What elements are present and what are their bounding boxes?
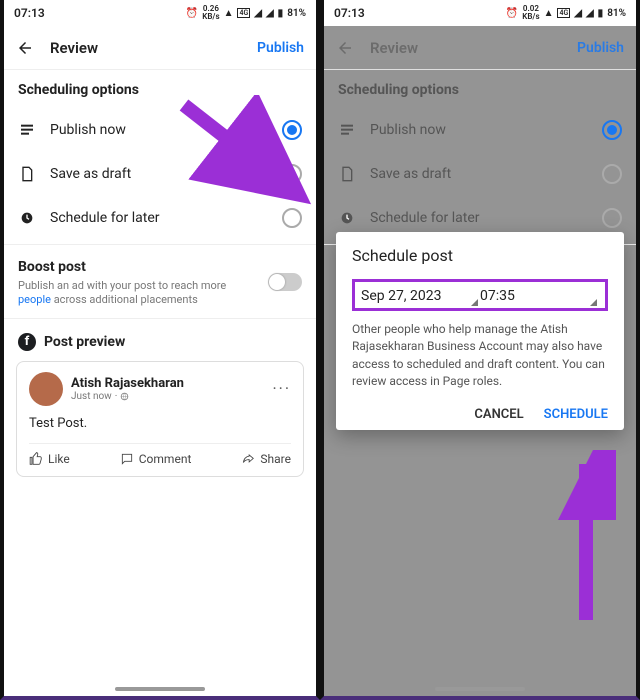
option-label: Schedule for later [50, 210, 268, 226]
option-label: Publish now [50, 122, 268, 138]
post-preview-card: Atish Rajasekharan Just now · ··· Test P… [16, 361, 304, 477]
radio-unselected[interactable] [282, 208, 302, 228]
option-save-draft: Save as draft [324, 152, 636, 196]
scheduling-section-title: Scheduling options [324, 70, 636, 108]
radio-selected[interactable] [282, 120, 302, 140]
post-body: Test Post. [29, 406, 291, 443]
schedule-post-dialog: Schedule post Sep 27, 2023 07:35 Other p… [336, 232, 624, 430]
app-header: Review Publish [4, 26, 316, 70]
draft-icon [338, 166, 356, 182]
back-button [336, 39, 356, 57]
boost-toggle[interactable] [268, 273, 302, 291]
clock-icon [338, 210, 356, 226]
signal-icon: ◢ [574, 8, 582, 19]
signal-icon-2: ◢ [586, 8, 594, 19]
alarm-icon: ⏰ [186, 8, 198, 19]
comment-icon [120, 452, 134, 466]
divider [4, 318, 316, 319]
page-title: Review [50, 39, 257, 57]
signal-icon-2: ◢ [266, 8, 274, 19]
facebook-icon: f [18, 333, 36, 351]
network-speed: 0.26 KB/s [202, 5, 219, 21]
home-indicator [115, 687, 205, 691]
home-indicator [435, 687, 525, 691]
boost-desc: Publish an ad with your post to reach mo… [18, 279, 260, 308]
option-publish-now: Publish now [324, 108, 636, 152]
clock-text: 07:13 [14, 6, 45, 20]
clock-text: 07:13 [334, 6, 365, 20]
boost-title: Boost post [18, 259, 260, 275]
time-picker[interactable]: 07:35 [480, 286, 599, 306]
signal-icon: ◢ [254, 8, 262, 19]
status-icons: ⏰ 0.26 KB/s ▲ 4G ◢ ◢ ▮ 81% [186, 5, 306, 21]
scheduling-section-title: Scheduling options [4, 70, 316, 108]
feed-icon [338, 122, 356, 138]
option-schedule-later[interactable]: Schedule for later [4, 196, 316, 240]
schedule-button[interactable]: SCHEDULE [544, 407, 608, 422]
share-icon [241, 452, 255, 466]
people-link[interactable]: people [18, 293, 51, 306]
app-header: Review Publish [324, 26, 636, 70]
volte-icon: 4G [557, 8, 570, 18]
back-button[interactable] [16, 39, 36, 57]
like-button[interactable]: Like [29, 452, 70, 466]
cancel-button[interactable]: CANCEL [474, 407, 523, 422]
battery-text: 81% [287, 8, 306, 19]
comment-button[interactable]: Comment [120, 452, 192, 466]
wifi-icon: ▲ [224, 8, 234, 19]
back-arrow-icon [16, 39, 34, 57]
volte-icon: 4G [237, 8, 250, 18]
datetime-row: Sep 27, 2023 07:35 [352, 279, 608, 311]
post-preview-header: f Post preview [4, 323, 316, 359]
radio-unselected [602, 164, 622, 184]
alarm-icon: ⏰ [506, 8, 518, 19]
battery-icon: ▮ [598, 8, 604, 19]
network-speed: 0.02 KB/s [522, 5, 539, 21]
dialog-title: Schedule post [352, 246, 608, 265]
back-arrow-icon [336, 39, 354, 57]
post-actions: Like Comment Share [29, 443, 291, 466]
date-picker[interactable]: Sep 27, 2023 [361, 286, 480, 306]
draft-icon [18, 166, 36, 182]
dialog-message: Other people who help manage the Atish R… [352, 321, 608, 391]
avatar [29, 372, 63, 406]
post-author: Atish Rajasekharan [71, 376, 272, 391]
post-timestamp: Just now · [71, 391, 272, 402]
divider [4, 244, 316, 245]
wifi-icon: ▲ [544, 8, 554, 19]
globe-icon [120, 392, 129, 401]
feed-icon [18, 122, 36, 138]
option-publish-now[interactable]: Publish now [4, 108, 316, 152]
publish-button[interactable]: Publish [257, 40, 304, 56]
battery-text: 81% [607, 8, 626, 19]
share-button[interactable]: Share [241, 452, 291, 466]
option-save-draft[interactable]: Save as draft [4, 152, 316, 196]
clock-icon [18, 210, 36, 226]
like-icon [29, 452, 43, 466]
radio-unselected[interactable] [282, 164, 302, 184]
publish-button: Publish [577, 40, 624, 56]
option-label: Save as draft [50, 166, 268, 182]
radio-unselected [602, 208, 622, 228]
boost-post-section: Boost post Publish an ad with your post … [4, 249, 316, 314]
page-title: Review [370, 39, 577, 57]
radio-selected [602, 120, 622, 140]
status-bar: 07:13 ⏰ 0.26 KB/s ▲ 4G ◢ ◢ ▮ 81% [4, 0, 316, 26]
battery-icon: ▮ [278, 8, 284, 19]
post-more-button[interactable]: ··· [272, 379, 291, 398]
status-icons: ⏰ 0.02 KB/s ▲ 4G ◢ ◢ ▮ 81% [506, 5, 626, 21]
status-bar: 07:13 ⏰ 0.02 KB/s ▲ 4G ◢ ◢ ▮ 81% [324, 0, 636, 26]
